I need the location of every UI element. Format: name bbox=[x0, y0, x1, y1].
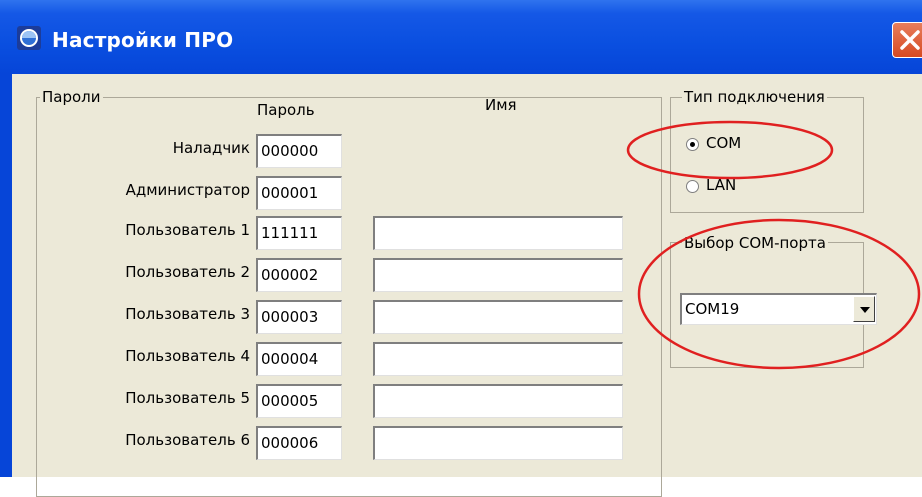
name-input[interactable] bbox=[373, 258, 623, 292]
window-frame-left bbox=[0, 74, 12, 477]
settings-window: Настройки ПРО Пароли Пароль Имя Наладчик… bbox=[0, 0, 922, 497]
name-input[interactable] bbox=[373, 216, 623, 250]
app-icon bbox=[17, 26, 41, 50]
password-input[interactable]: 000006 bbox=[256, 426, 342, 460]
close-icon bbox=[900, 30, 920, 50]
row-label: Пользователь 1 bbox=[125, 221, 250, 239]
password-input[interactable]: 000002 bbox=[256, 258, 342, 292]
title-bar[interactable]: Настройки ПРО bbox=[0, 0, 922, 74]
row-label: Пользователь 3 bbox=[125, 305, 250, 323]
window-title: Настройки ПРО bbox=[52, 28, 234, 52]
row-label: Наладчик bbox=[172, 139, 250, 157]
password-input[interactable]: 000003 bbox=[256, 300, 342, 334]
name-input[interactable] bbox=[373, 300, 623, 334]
row-label: Администратор bbox=[125, 181, 250, 199]
password-input[interactable]: 000004 bbox=[256, 342, 342, 376]
name-input[interactable] bbox=[373, 384, 623, 418]
password-input[interactable]: 000000 bbox=[256, 134, 342, 168]
row-label: Пользователь 6 bbox=[125, 431, 250, 449]
name-column-header: Имя bbox=[485, 96, 517, 114]
password-input[interactable]: 000005 bbox=[256, 384, 342, 418]
com-highlight-ellipse bbox=[626, 120, 834, 180]
password-column-header: Пароль bbox=[257, 101, 315, 119]
close-button[interactable] bbox=[892, 22, 922, 58]
connection-type-group-title: Тип подключения bbox=[682, 88, 827, 106]
password-input[interactable]: 111111 bbox=[256, 216, 342, 250]
name-input[interactable] bbox=[373, 426, 623, 460]
password-input[interactable]: 000001 bbox=[256, 176, 342, 210]
row-label: Пользователь 2 bbox=[125, 263, 250, 281]
row-label: Пользователь 4 bbox=[125, 347, 250, 365]
passwords-group-title: Пароли bbox=[40, 88, 103, 106]
com-port-highlight-ellipse bbox=[637, 218, 921, 370]
name-input[interactable] bbox=[373, 342, 623, 376]
row-label: Пользователь 5 bbox=[125, 389, 250, 407]
